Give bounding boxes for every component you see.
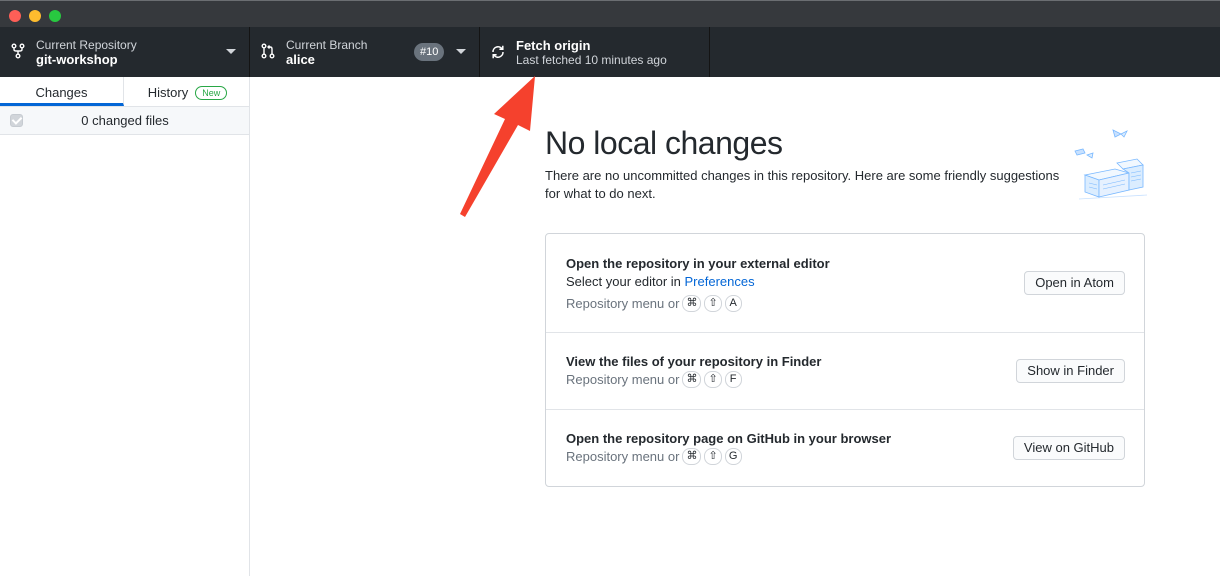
tab-changes[interactable]: Changes — [0, 77, 124, 106]
app-toolbar: Current Repository git-workshop Current … — [0, 27, 1220, 77]
keyboard-shortcut: Repository menu or ⌘ ⇧ G — [566, 448, 742, 465]
command-key-icon: ⌘ — [682, 371, 702, 388]
current-branch-label: Current Branch — [286, 38, 368, 52]
chevron-down-icon — [226, 49, 236, 54]
new-badge: New — [195, 86, 228, 100]
page-title: No local changes — [545, 125, 783, 161]
sync-icon — [492, 45, 504, 59]
minimize-window-button[interactable] — [29, 10, 41, 22]
shift-key-icon: ⇧ — [704, 295, 722, 312]
annotation-arrow — [460, 76, 535, 217]
fetch-origin-button[interactable]: Fetch origin Last fetched 10 minutes ago — [480, 27, 710, 77]
tab-changes-label: Changes — [35, 85, 88, 100]
card-subtitle-text: Select your editor in — [566, 274, 685, 289]
keyboard-shortcut: Repository menu or ⌘ ⇧ A — [566, 295, 742, 312]
command-key-icon: ⌘ — [682, 448, 702, 465]
card-title: Open the repository in your external edi… — [566, 256, 830, 271]
pull-request-badge[interactable]: #10 — [414, 43, 445, 61]
card-title: Open the repository page on GitHub in yo… — [566, 431, 892, 446]
preferences-link[interactable]: Preferences — [685, 274, 755, 289]
zoom-window-button[interactable] — [49, 10, 61, 22]
sidebar-tabs: Changes History New — [0, 77, 249, 107]
open-in-atom-button[interactable]: Open in Atom — [1024, 271, 1125, 295]
tab-history[interactable]: History New — [125, 77, 250, 106]
current-repository-name: git-workshop — [36, 52, 118, 67]
card-title: View the files of your repository in Fin… — [566, 354, 822, 369]
main-panel: No local changes There are no uncommitte… — [251, 77, 1220, 576]
last-fetched-status: Last fetched 10 minutes ago — [516, 53, 667, 67]
no-changes-illustration — [1074, 129, 1148, 200]
shift-key-icon: ⇧ — [704, 448, 722, 465]
open-editor-card: Open the repository in your external edi… — [546, 234, 1144, 333]
changed-files-count: 0 changed files — [81, 113, 169, 128]
suggestion-cards: Open the repository in your external edi… — [545, 233, 1145, 487]
repo-icon — [11, 43, 25, 59]
letter-key: G — [724, 448, 742, 465]
changed-files-header: 0 changed files — [0, 107, 249, 135]
fetch-origin-label: Fetch origin — [516, 38, 591, 53]
letter-key: F — [724, 371, 742, 388]
shift-key-icon: ⇧ — [704, 371, 722, 388]
page-description: There are no uncommitted changes in this… — [545, 168, 1060, 201]
view-on-github-card: Open the repository page on GitHub in yo… — [546, 410, 1144, 486]
shortcut-prefix: Repository menu or — [566, 296, 680, 311]
window-titlebar — [0, 0, 1220, 27]
current-repository-label: Current Repository — [36, 38, 137, 52]
shortcut-prefix: Repository menu or — [566, 372, 680, 387]
command-key-icon: ⌘ — [682, 295, 702, 312]
view-on-github-button[interactable]: View on GitHub — [1012, 436, 1125, 460]
card-subtitle: Select your editor in Preferences — [566, 274, 755, 289]
tab-history-label: History — [147, 85, 189, 100]
current-repository-button[interactable]: Current Repository git-workshop — [0, 27, 250, 77]
shortcut-prefix: Repository menu or — [566, 449, 680, 464]
keyboard-shortcut: Repository menu or ⌘ ⇧ F — [566, 371, 742, 388]
current-branch-button[interactable]: Current Branch alice #10 — [250, 27, 480, 77]
branch-icon — [261, 43, 275, 59]
show-in-finder-button[interactable]: Show in Finder — [1016, 359, 1125, 383]
show-in-finder-card: View the files of your repository in Fin… — [546, 333, 1144, 410]
sidebar: Changes History New 0 changed files — [0, 77, 250, 576]
letter-key: A — [724, 295, 742, 312]
close-window-button[interactable] — [9, 10, 21, 22]
current-branch-name: alice — [286, 52, 315, 67]
chevron-down-icon — [456, 49, 466, 54]
